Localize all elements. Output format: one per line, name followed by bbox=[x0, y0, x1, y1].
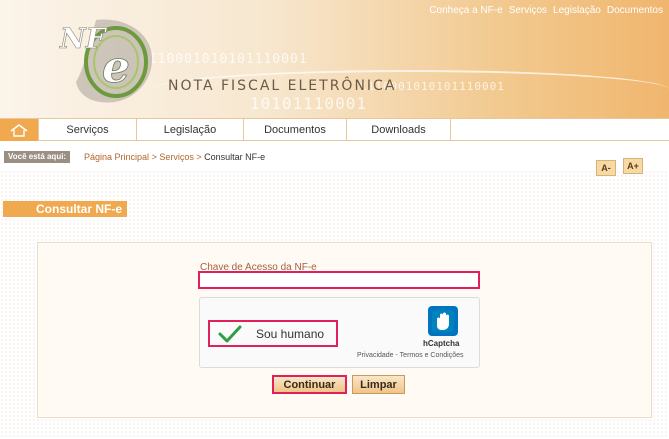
nfe-logo: NF e bbox=[59, 19, 153, 103]
top-link-conheca[interactable]: Conheça a NF-e bbox=[429, 5, 502, 16]
increase-font-button[interactable]: A+ bbox=[623, 158, 643, 174]
checkmark-icon bbox=[210, 322, 250, 345]
nav-tab-legislacao[interactable]: Legislação bbox=[137, 119, 244, 141]
binary-decoration: 0110001010101110001 bbox=[140, 52, 308, 67]
page-title: Consultar NF-e bbox=[3, 201, 127, 217]
breadcrumb: Página Principal > Serviços > Consultar … bbox=[84, 151, 265, 163]
continue-button[interactable]: Continuar bbox=[272, 375, 347, 394]
logo-nf-text: NF bbox=[59, 22, 108, 55]
access-key-input[interactable] bbox=[198, 271, 480, 289]
logo-e-text: e bbox=[102, 42, 130, 93]
breadcrumb-servicos-link[interactable]: Serviços bbox=[159, 152, 194, 162]
site-header: 0110001010101110001 1110001010101110001 … bbox=[0, 0, 669, 118]
hcaptcha-logo-icon bbox=[428, 306, 458, 336]
hcaptcha-links[interactable]: Privacidade - Termos e Condições bbox=[357, 352, 463, 359]
breadcrumb-current: Consultar NF-e bbox=[204, 152, 266, 162]
clear-button[interactable]: Limpar bbox=[352, 375, 405, 394]
breadcrumb-separator: > bbox=[151, 152, 157, 162]
nav-tab-documentos[interactable]: Documentos bbox=[244, 119, 347, 141]
decrease-font-button[interactable]: A- bbox=[596, 160, 616, 176]
hcaptcha-brand: hCaptcha bbox=[423, 339, 460, 348]
breadcrumb-label: Você está aqui: bbox=[4, 151, 71, 163]
home-button[interactable] bbox=[0, 119, 38, 141]
brand-title: NOTA FISCAL ELETRÔNICA bbox=[168, 78, 397, 94]
nav-tab-servicos[interactable]: Serviços bbox=[38, 119, 137, 141]
breadcrumb-separator: > bbox=[196, 152, 202, 162]
top-links: Conheça a NF-e Serviços Legislação Docum… bbox=[429, 5, 663, 16]
top-link-legislacao[interactable]: Legislação bbox=[553, 5, 601, 16]
main-nav: Serviços Legislação Documentos Downloads bbox=[0, 118, 669, 141]
nav-tab-downloads[interactable]: Downloads bbox=[347, 119, 451, 141]
home-icon bbox=[10, 124, 28, 137]
top-link-servicos[interactable]: Serviços bbox=[509, 5, 547, 16]
captcha-checkbox[interactable]: Sou humano bbox=[208, 320, 338, 347]
breadcrumb-home-link[interactable]: Página Principal bbox=[84, 152, 149, 162]
top-link-documentos[interactable]: Documentos bbox=[607, 5, 663, 16]
captcha-checkbox-label: Sou humano bbox=[256, 326, 325, 341]
